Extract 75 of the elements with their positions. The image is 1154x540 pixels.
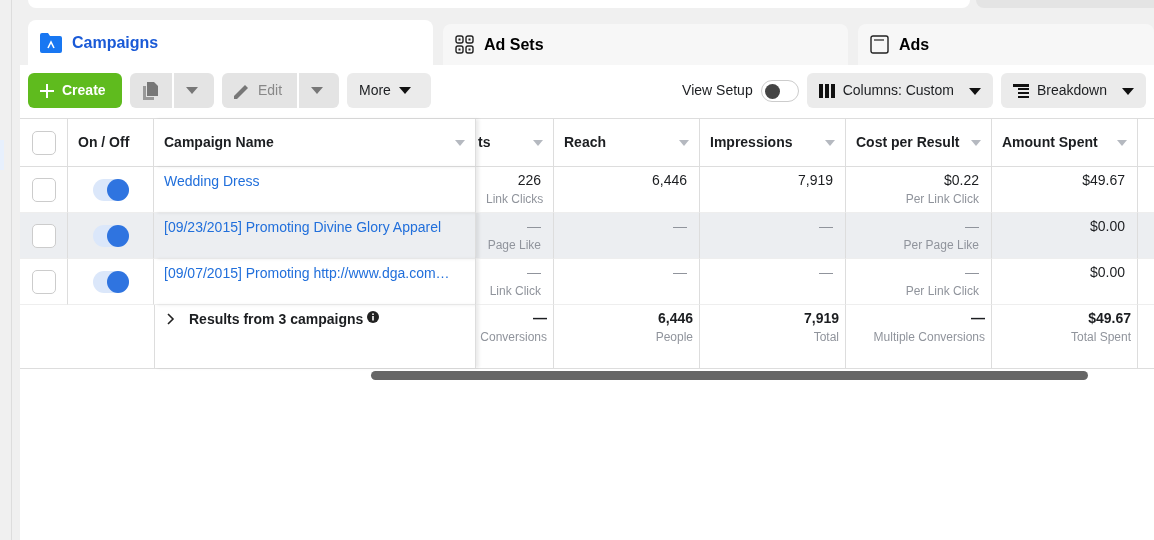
summary-label: Results from 3 campaigns [189,310,364,329]
campaign-link[interactable]: Wedding Dress [164,173,260,189]
on-off-toggle[interactable] [92,178,129,201]
grid-icon [455,35,474,54]
table-cell-text: $0.22 [942,171,979,189]
plus-icon [40,83,54,98]
cell-caption: Total [812,329,839,346]
chevron-right-icon [167,313,175,325]
table-cell-text: 226 [516,171,541,189]
caret-icon [186,87,198,94]
tab[interactable]: Ads [858,24,1154,65]
dropdown-button[interactable] [174,73,214,108]
select-all-checkbox[interactable] [31,130,56,155]
caret-icon [398,87,411,94]
cell-caption: Per Link Click [904,283,979,300]
row-checkbox[interactable] [31,223,56,248]
campaign-link[interactable]: [09/23/2015] Promoting Divine Glory Apparel [164,219,442,235]
sort-icon [455,139,465,146]
pencil-icon [234,82,250,99]
cell-caption: Conversions [479,329,547,346]
table-cell-text: — [526,217,541,235]
on-off-toggle[interactable] [92,270,129,293]
caret-icon [311,87,323,94]
table-cell-text: — [532,309,547,327]
table-cell-text: $49.67 [1081,171,1125,189]
columns-icon [818,83,835,98]
table-cell-text: $0.00 [1088,217,1125,235]
folder-icon [40,32,62,53]
dropdown-button[interactable] [299,73,339,108]
sort-icon [1117,139,1127,146]
more-button[interactable]: More [347,73,431,108]
table-cell-text: — [526,263,541,281]
caret-icon [968,87,981,95]
table-cell-text: $49.67 [1087,309,1131,327]
tab[interactable]: Ad Sets [443,24,848,65]
table-cell-text: 6,446 [650,171,687,189]
row-checkbox[interactable] [31,177,56,202]
view-setup-switch[interactable] [760,79,799,102]
cell-caption: Per Page Like [902,237,979,254]
table-cell-text: 7,919 [796,171,833,189]
info-icon [367,311,380,323]
view-setup-label: View Setup [682,81,753,100]
window-icon [870,35,889,54]
cell-caption: Multiple Conversions [872,329,985,346]
cell-caption: People [654,329,693,346]
tab[interactable]: Campaigns [28,20,433,65]
sort-icon [533,139,543,146]
campaign-link[interactable]: [09/07/2015] Promoting http://www.dga.com… [164,265,450,281]
on-off-toggle[interactable] [92,224,129,247]
caret-icon [1122,87,1134,95]
table-cell-text: 7,919 [802,309,839,327]
cell-caption: Link Click [488,283,541,300]
cell-caption: Page Like [486,237,541,254]
table-cell-text: $0.00 [1088,263,1125,281]
cell-caption: Total Spent [1069,329,1131,346]
table-cell-text: — [964,263,979,281]
scrollbar[interactable] [371,371,1088,380]
cell-caption: Per Link Click [904,191,979,208]
duplicate-button[interactable] [130,73,172,108]
sort-icon [825,139,835,146]
table-cell-text: — [672,263,687,281]
sort-icon [679,139,689,146]
sort-icon [971,139,981,146]
table-cell-text: — [964,217,979,235]
copy-icon [142,81,158,100]
breakdown-icon [1012,83,1029,98]
breakdown-button[interactable]: Breakdown [1000,73,1146,108]
cell-caption: Link Clicks [486,191,541,208]
columns-button[interactable]: Columns: Custom [806,73,993,108]
table-cell-text: 6,446 [656,309,693,327]
table-cell-text: — [818,217,833,235]
table-cell-text: — [818,263,833,281]
row-checkbox[interactable] [31,269,56,294]
table-cell-text: — [970,309,985,327]
table-cell-text: — [672,217,687,235]
